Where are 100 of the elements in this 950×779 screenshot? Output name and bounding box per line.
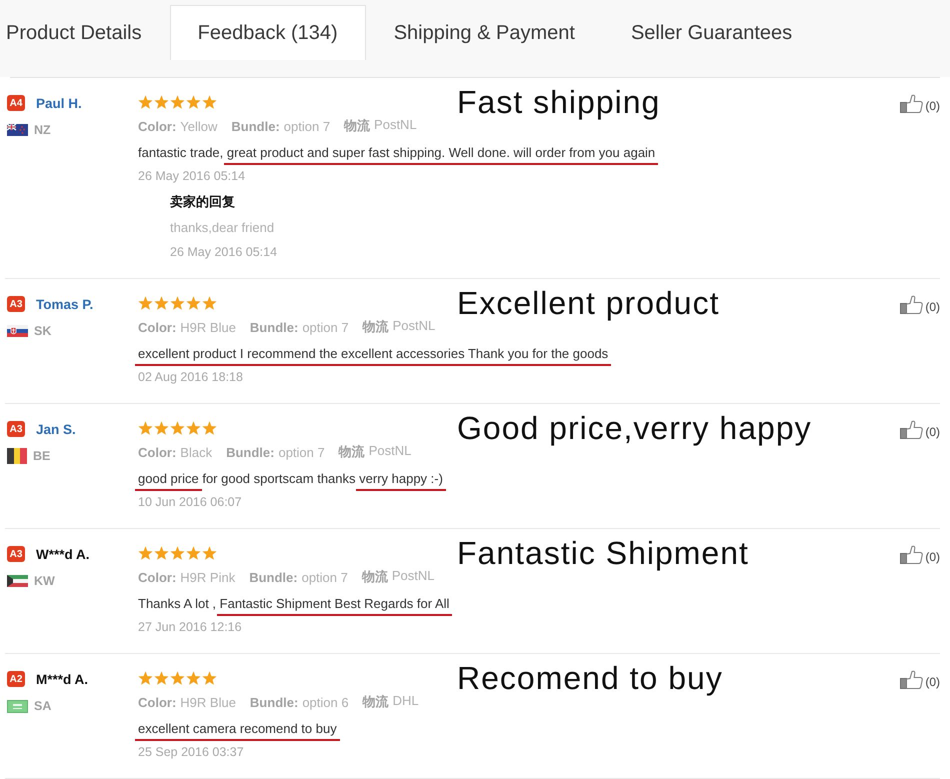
review-comment: good price for good sportscam thanks verry happy :-) (138, 467, 443, 491)
star-icon (154, 546, 169, 560)
star-icon (138, 670, 153, 686)
flag-icon (7, 124, 28, 136)
star-icon (186, 670, 201, 686)
attribute-label: Color: (138, 320, 176, 334)
attribute-label: Bundle: (226, 444, 274, 460)
like-button[interactable]: (0) (900, 420, 940, 439)
flag-icon (7, 325, 28, 337)
star-icon (186, 546, 201, 560)
review-headline: Good price,verry happy (457, 410, 812, 446)
star-icon (202, 94, 217, 110)
attribute-label: Color: (138, 118, 176, 134)
country-code: SK (34, 324, 52, 338)
review-headline: Fast shipping (457, 84, 660, 120)
level-badge: A3 (7, 421, 25, 437)
review-date: 10 Jun 2016 06:07 (138, 494, 242, 511)
star-icon (186, 420, 201, 436)
attribute-value: H9R Blue (180, 694, 236, 710)
star-icon (202, 670, 217, 686)
star-icon (202, 546, 217, 560)
star-icon (170, 296, 185, 310)
level-badge: A4 (7, 95, 25, 111)
star-icon (170, 670, 185, 686)
attribute-label: 物流 (362, 568, 388, 586)
attribute-value: option 7 (302, 320, 349, 334)
attribute-label: Bundle: (250, 694, 298, 710)
attribute-value: option 7 (284, 118, 330, 134)
review-comment: fantastic trade, great product and super fast shipping. Well done. will order from you again (138, 141, 656, 165)
star-icon (170, 546, 185, 560)
tab[interactable]: Shipping & Payment (366, 5, 603, 60)
review-comment: excellent product I recommend the excellent accessories Thank you for the goods (138, 342, 608, 366)
attribute-value: PostNL (392, 568, 434, 585)
flag-icon (7, 448, 27, 464)
level-badge: A3 (7, 296, 25, 312)
tab[interactable]: Product Details (0, 5, 170, 60)
attribute-value: H9R Pink (180, 570, 236, 584)
review-date: 26 May 2016 05:14 (138, 168, 246, 185)
like-button[interactable]: (0) (900, 94, 940, 113)
review-date: 27 Jun 2016 12:16 (138, 619, 242, 636)
seller-reply-title: 卖家的回复 (170, 193, 235, 211)
star-icon (186, 296, 201, 310)
star-icon (154, 670, 169, 686)
country-code: NZ (34, 123, 51, 137)
review-headline: Excellent product (457, 285, 720, 321)
star-icon (138, 546, 153, 560)
attribute-value: Yellow (180, 118, 218, 134)
like-button[interactable]: (0) (900, 545, 940, 564)
review-date: 25 Sep 2016 03:37 (138, 744, 244, 761)
attribute-label: Color: (138, 570, 176, 584)
thumbs-up-icon (900, 94, 924, 113)
attribute-label: Color: (138, 694, 176, 710)
star-icon (138, 296, 153, 310)
attribute-value: option 7 (302, 570, 348, 584)
tab[interactable]: Feedback (134) (170, 5, 366, 60)
attribute-value: PostNL (368, 443, 412, 460)
tab[interactable]: Seller Guarantees (602, 5, 820, 60)
attribute-label: 物流 (362, 693, 389, 711)
star-icon (170, 94, 185, 110)
thumbs-up-icon (900, 545, 924, 564)
attribute-value: DHL (392, 693, 419, 710)
attribute-value: option 6 (302, 694, 349, 710)
star-icon (154, 296, 169, 310)
review-comment: Thanks A lot , Fantastic Shipment Best Regards for All (138, 592, 450, 616)
seller-reply-date: 26 May 2016 05:14 (170, 244, 278, 261)
star-icon (186, 94, 201, 110)
reviewer-name[interactable]: Paul H. (36, 96, 82, 110)
attribute-value: H9R Blue (180, 320, 236, 334)
thumbs-up-icon (900, 295, 924, 314)
level-badge: A3 (7, 546, 25, 562)
thumbs-up-icon (900, 420, 924, 439)
star-icon (202, 420, 217, 436)
star-icon (202, 296, 217, 310)
reviewer-name[interactable]: W***d A. (36, 546, 90, 562)
like-button[interactable]: (0) (900, 670, 940, 689)
reviewer-name[interactable]: M***d A. (36, 672, 88, 686)
star-icon (154, 94, 169, 110)
attribute-label: Bundle: (231, 118, 280, 134)
review-headline: Fantastic Shipment (457, 535, 749, 571)
reviewer-name[interactable]: Jan S. (36, 422, 76, 436)
attribute-label: 物流 (362, 318, 389, 336)
seller-reply-text: thanks,dear friend (170, 219, 274, 237)
country-code: SA (34, 699, 52, 713)
reviewer-name[interactable]: Tomas P. (36, 296, 94, 312)
attribute-label: Bundle: (249, 570, 298, 584)
attribute-value: Black (180, 444, 212, 460)
flag-icon (7, 575, 28, 587)
star-icon (138, 94, 153, 110)
thumbs-up-icon (900, 670, 924, 689)
country-code: KW (34, 574, 55, 588)
star-icon (154, 420, 169, 436)
like-button[interactable]: (0) (900, 295, 940, 314)
review-date: 02 Aug 2016 18:18 (138, 369, 243, 386)
star-icon (138, 420, 153, 436)
review-headline: Recomend to buy (457, 660, 723, 696)
attribute-label: 物流 (338, 443, 365, 461)
attribute-label: 物流 (344, 117, 370, 135)
attribute-label: Bundle: (250, 320, 298, 334)
review-comment: excellent camera recomend to buy (138, 717, 337, 741)
attribute-value: option 7 (278, 444, 325, 460)
